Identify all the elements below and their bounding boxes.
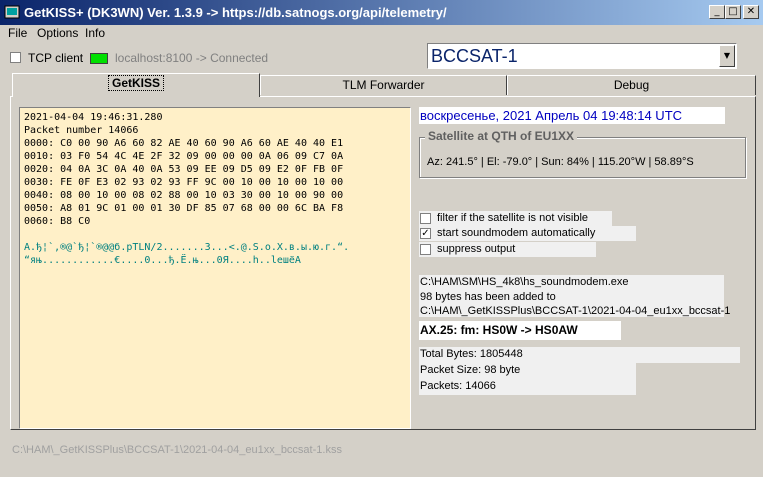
- satellite-group-title: Satellite at QTH of EU1XX: [425, 129, 578, 143]
- hex-line: 0030: FE 0F E3 02 93 02 93 FF 9C 00 10 0…: [24, 177, 344, 188]
- connection-status: localhost:8100 -> Connected: [115, 51, 269, 65]
- satellite-position-info: Az: 241.5° | El: -79.0° | Sun: 84% | 115…: [427, 156, 694, 168]
- window-title: GetKISS+ (DK3WN) Ver. 1.3.9 -> https://d…: [24, 5, 447, 20]
- satellite-select[interactable]: BCCSAT-1 ▼: [427, 43, 737, 69]
- dropdown-arrow-icon[interactable]: ▼: [719, 45, 735, 67]
- maximize-button[interactable]: □: [725, 5, 741, 19]
- ax25-header: AX.25: fm: HS0W -> HS0AW: [419, 321, 621, 340]
- hex-line: 0020: 04 0A 3C 0A 40 0A 53 09 EE 09 D5 0…: [24, 164, 344, 175]
- hex-line: 0050: A8 01 9C 01 00 01 30 DF 85 07 68 0…: [24, 203, 344, 214]
- hex-line: 2021-04-04 19:46:31.280: [24, 112, 163, 123]
- tab-debug[interactable]: Debug: [507, 75, 756, 95]
- tab-getkiss[interactable]: GetKISS: [12, 73, 260, 97]
- utc-datetime: воскресенье, 2021 Апрель 04 19:48:14 UTC: [419, 107, 725, 124]
- menu-info[interactable]: Info: [85, 26, 105, 40]
- soundmodem-label: start soundmodem automatically: [437, 227, 596, 239]
- total-bytes: Total Bytes: 1805448: [420, 348, 523, 360]
- filter-label: filter if the satellite is not visible: [437, 212, 589, 224]
- log-line: C:\HAM\SM\HS_4k8\hs_soundmodem.exe: [420, 276, 629, 288]
- tab-tlm-forwarder[interactable]: TLM Forwarder: [260, 75, 507, 95]
- ascii-line: “яњ............€....0...ђ.Ё.њ...0Я....h.…: [24, 255, 301, 266]
- packet-size: Packet Size: 98 byte: [420, 364, 521, 376]
- tcp-client-label: TCP client: [28, 51, 84, 65]
- suppress-label: suppress output: [437, 243, 516, 255]
- tab-debug-label: Debug: [613, 78, 650, 92]
- filter-checkbox[interactable]: [420, 213, 431, 224]
- hex-line: Packet number 14066: [24, 125, 139, 136]
- tcp-client-checkbox[interactable]: [10, 52, 21, 63]
- menu-options[interactable]: Options: [37, 26, 78, 40]
- connection-led-indicator: [90, 53, 108, 64]
- ascii-line: А.ђ¦`,®@`ђ¦`®@@б.pTLN/2.......З...<.@.S.…: [24, 242, 350, 253]
- hex-line: 0040: 08 00 10 00 08 02 88 00 10 03 30 0…: [24, 190, 344, 201]
- minimize-button[interactable]: _: [709, 5, 725, 19]
- app-icon: [4, 5, 20, 19]
- close-button[interactable]: ✕: [743, 5, 759, 19]
- menu-file[interactable]: File: [8, 26, 27, 40]
- hex-line: 0010: 03 F0 54 4C 4E 2F 32 09 00 00 00 0…: [24, 151, 344, 162]
- hexdump-output[interactable]: 2021-04-04 19:46:31.280 Packet number 14…: [19, 107, 411, 429]
- title-bar: GetKISS+ (DK3WN) Ver. 1.3.9 -> https://d…: [0, 0, 763, 25]
- satellite-select-value: BCCSAT-1: [431, 46, 518, 66]
- packets-count: Packets: 14066: [420, 380, 496, 392]
- hex-line: 0060: B8 C0: [24, 216, 91, 227]
- soundmodem-checkbox[interactable]: ✓: [420, 228, 431, 239]
- output-file-path: C:\HAM\_GetKISSPlus\BCCSAT-1\2021-04-04_…: [12, 444, 342, 456]
- suppress-checkbox[interactable]: [420, 244, 431, 255]
- tab-getkiss-label: GetKISS: [107, 75, 164, 91]
- tab-tlm-forwarder-label: TLM Forwarder: [342, 78, 425, 92]
- menu-bar: File Options Info: [0, 25, 763, 41]
- log-line: 98 bytes has been added to: [420, 291, 556, 303]
- hex-line: 0000: C0 00 90 A6 60 82 AE 40 60 90 A6 6…: [24, 138, 344, 149]
- log-line: C:\HAM\_GetKISSPlus\BCCSAT-1\2021-04-04_…: [420, 305, 731, 317]
